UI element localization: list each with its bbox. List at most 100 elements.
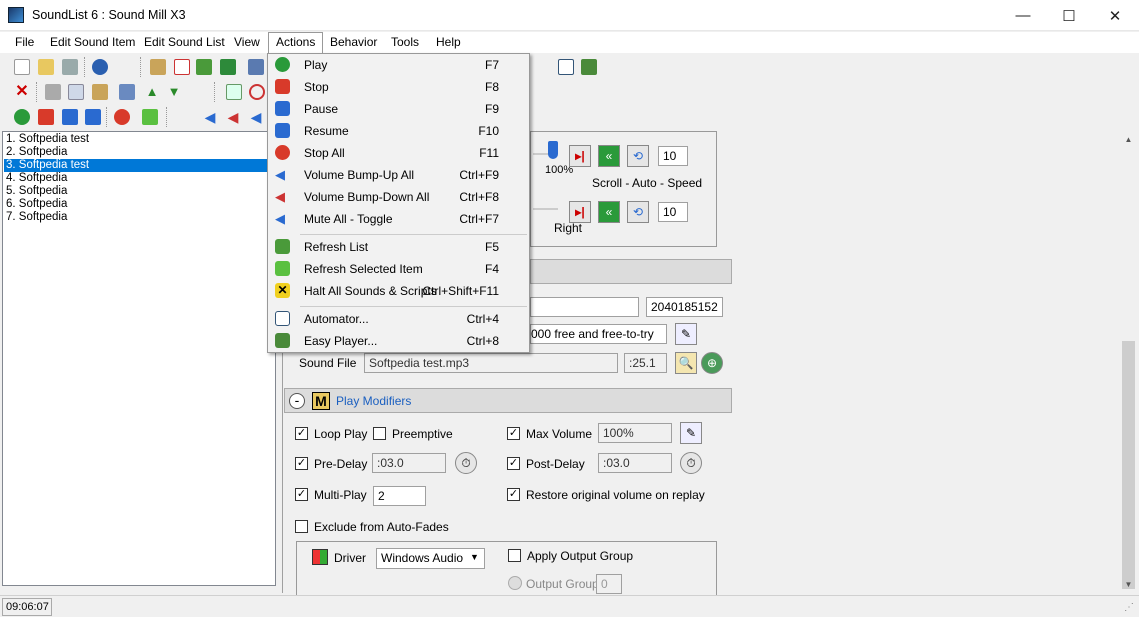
cycle-icon[interactable]: ⟲ [627,201,649,223]
scroll-thumb[interactable] [1122,341,1135,589]
list-item[interactable]: 7. Softpedia [4,211,274,224]
refresh-selected-icon[interactable] [142,109,158,125]
loop-play-checkbox[interactable]: ✓ [295,427,308,440]
menu-item-stop-all[interactable]: Stop All F11 [270,142,527,164]
refresh-list-icon[interactable] [196,59,212,75]
menu-tools[interactable]: Tools [384,32,426,53]
menu-edit-sound-item[interactable]: Edit Sound Item [43,32,142,53]
right-speed-input[interactable]: 10 [658,202,688,222]
vertical-scrollbar[interactable]: ▲ ▼ [1120,131,1137,593]
list-item[interactable]: 6. Softpedia [4,198,274,211]
name-input[interactable] [530,297,639,317]
multi-play-checkbox[interactable]: ✓ [295,488,308,501]
output-group-radio[interactable] [508,576,522,590]
windows-icon[interactable] [248,59,264,75]
play-icon[interactable] [14,109,30,125]
stopwatch-icon[interactable]: ⏱ [680,452,702,474]
stop-all-icon[interactable] [114,109,130,125]
properties-icon[interactable] [150,59,166,75]
volume-down-icon[interactable]: ◀ [225,109,241,125]
find-icon[interactable] [119,84,135,100]
new-icon[interactable] [14,59,30,75]
cut-icon[interactable] [45,84,61,100]
copy-icon[interactable] [68,84,84,100]
block-icon[interactable] [249,84,265,100]
list-item[interactable]: 4. Softpedia [4,172,274,185]
save-icon[interactable] [62,59,78,75]
left-speed-input[interactable]: 10 [658,146,688,166]
web-link-icon[interactable]: ⊕ [701,352,723,374]
volume-up-icon[interactable]: ◀ [202,109,218,125]
menu-item-shortcut: F5 [484,240,499,254]
pre-delay-checkbox[interactable]: ✓ [295,457,308,470]
list-item[interactable]: 1. Softpedia test [4,133,274,146]
resize-grip-icon[interactable]: ⋰ [1124,602,1134,613]
delete-icon[interactable]: ✕ [14,84,30,100]
select-icon[interactable] [226,84,242,100]
resume-icon[interactable] [85,109,101,125]
menu-file[interactable]: File [8,32,41,53]
stopwatch-icon[interactable]: ⏱ [455,452,477,474]
menu-help[interactable]: Help [429,32,468,53]
menu-item-pause[interactable]: Pause F9 [270,98,527,120]
menu-item-label: Refresh List [304,240,369,254]
menu-edit-sound-list[interactable]: Edit Sound List [137,32,232,53]
menu-item-play[interactable]: Play F7 [270,54,527,76]
menu-behavior[interactable]: Behavior [323,32,384,53]
skip-end-icon[interactable]: ▸| [569,145,591,167]
exclude-auto-fades-checkbox[interactable] [295,520,308,533]
mute-icon[interactable]: ◀ [248,109,264,125]
menu-item-refresh-selected-item[interactable]: Refresh Selected Item F4 [270,258,527,280]
max-volume-checkbox[interactable]: ✓ [507,427,520,440]
windows-logo-icon [312,549,328,565]
license-field[interactable]: 000 free and free-to-try [530,324,667,344]
minimize-button[interactable]: — [1000,0,1046,31]
sound-list[interactable]: 1. Softpedia test 2. Softpedia 3. Softpe… [2,131,276,586]
cycle-icon[interactable]: ⟲ [627,145,649,167]
menu-item-mute-all-toggle[interactable]: ◀ Mute All - Toggle Ctrl+F7 [270,208,527,230]
post-delay-checkbox[interactable]: ✓ [507,457,520,470]
stop-icon[interactable] [38,109,54,125]
menu-actions[interactable]: Actions [268,32,324,53]
menu-view[interactable]: View [227,32,267,53]
collapse-toggle[interactable]: - [289,393,305,409]
scroll-down-icon[interactable]: ▼ [1120,576,1137,593]
checklist-icon[interactable] [174,59,190,75]
open-folder-icon[interactable] [38,59,54,75]
multi-play-input[interactable]: 2 [373,486,426,506]
edit-icon[interactable]: ✎ [680,422,702,444]
menu-item-halt-all[interactable]: ✕ Halt All Sounds & Scripts Ctrl+Shift+F… [270,280,527,302]
menu-item-volume-bump-down-all[interactable]: ◀ Volume Bump-Down All Ctrl+F8 [270,186,527,208]
maximize-button[interactable]: ☐ [1046,0,1092,31]
edit-icon[interactable]: ✎ [675,323,697,345]
status-time: 09:06:07 [2,598,52,616]
menu-item-easy-player[interactable]: Easy Player... Ctrl+8 [270,330,527,352]
driver-select[interactable]: Windows Audio [376,548,485,569]
list-item[interactable]: 2. Softpedia [4,146,274,159]
preemptive-checkbox[interactable] [373,427,386,440]
apply-output-group-checkbox[interactable] [508,549,521,562]
rewind-icon[interactable]: « [598,201,620,223]
move-down-icon[interactable]: ▼ [166,84,182,100]
pause-icon[interactable] [62,109,78,125]
menu-item-stop[interactable]: Stop F8 [270,76,527,98]
easy-player-icon[interactable] [581,59,597,75]
help-icon[interactable] [92,59,108,75]
volume-slider[interactable] [548,141,558,159]
menu-item-automator[interactable]: Automator... Ctrl+4 [270,308,527,330]
close-button[interactable]: ✕ [1092,0,1138,31]
browse-folder-icon[interactable]: 🔍 [675,352,697,374]
automator-icon[interactable] [558,59,574,75]
menu-item-refresh-list[interactable]: Refresh List F5 [270,236,527,258]
rewind-icon[interactable]: « [598,145,620,167]
skip-end-icon[interactable]: ▸| [569,201,591,223]
menu-item-resume[interactable]: Resume F10 [270,120,527,142]
paste-icon[interactable] [92,84,108,100]
menu-item-volume-bump-up-all[interactable]: ◀ Volume Bump-Up All Ctrl+F9 [270,164,527,186]
restore-volume-checkbox[interactable]: ✓ [507,488,520,501]
scroll-up-icon[interactable]: ▲ [1120,131,1137,148]
list-item[interactable]: 5. Softpedia [4,185,274,198]
green-box-icon[interactable] [220,59,236,75]
move-up-icon[interactable]: ▲ [144,84,160,100]
list-item-selected[interactable]: 3. Softpedia test [4,159,274,172]
